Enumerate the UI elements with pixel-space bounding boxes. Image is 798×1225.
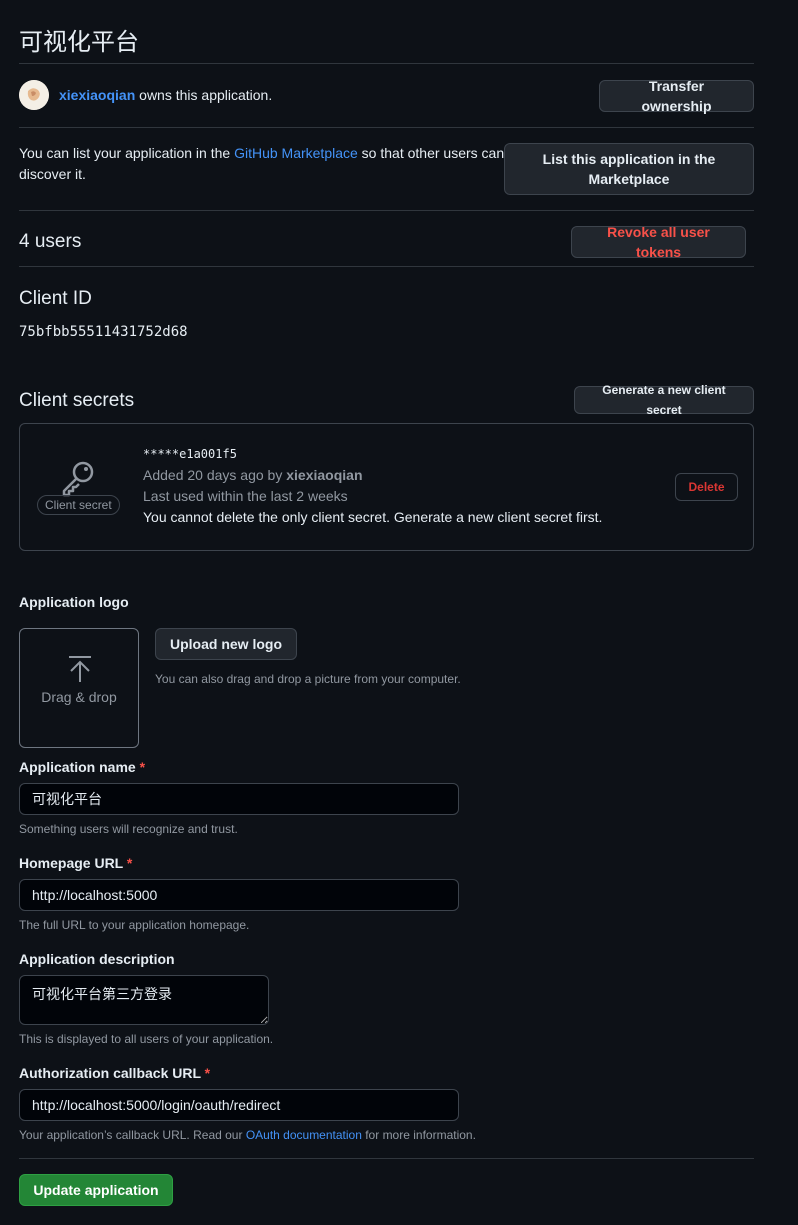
secret-added-by: xiexiaoqian [286, 467, 363, 483]
callback-url-label-text: Authorization callback URL [19, 1065, 201, 1081]
secret-last-used: Last used within the last 2 weeks [143, 488, 348, 504]
users-count-number: 4 [19, 231, 30, 252]
marketplace-text: You can list your application in the Git… [19, 143, 509, 185]
upload-hint: You can also drag and drop a picture fro… [155, 672, 461, 686]
divider [19, 1158, 754, 1159]
owner-row: xiexiaoqian owns this application. Trans… [19, 78, 754, 114]
client-secrets-heading: Client secrets [19, 390, 135, 411]
marketplace-row: You can list your application in the Git… [19, 143, 754, 195]
application-description-input[interactable]: 可视化平台第三方登录 [19, 975, 269, 1025]
key-icon [62, 461, 94, 497]
logo-dropzone[interactable]: Drag & drop [19, 628, 139, 748]
transfer-ownership-button[interactable]: Transfer ownership [599, 78, 754, 114]
divider [19, 63, 754, 64]
callback-url-label: Authorization callback URL * [19, 1065, 210, 1081]
callback-url-hint: Your application’s callback URL. Read ou… [19, 1128, 476, 1142]
application-logo-label: Application logo [19, 594, 129, 610]
homepage-url-input[interactable] [19, 879, 459, 911]
divider [19, 210, 754, 211]
client-id-value: 75bfbb55511431752d68 [19, 324, 188, 340]
upload-new-logo-button[interactable]: Upload new logo [155, 628, 297, 660]
client-secret-badge: Client secret [37, 495, 120, 515]
list-button-line2: Marketplace [588, 171, 670, 187]
list-in-marketplace-button[interactable]: List this application in the Marketplace [504, 143, 754, 195]
marketplace-text-before: You can list your application in the [19, 145, 235, 161]
application-name-input[interactable] [19, 783, 459, 815]
github-marketplace-link[interactable]: GitHub Marketplace [234, 145, 358, 161]
callback-url-input[interactable] [19, 1089, 459, 1121]
generate-client-secret-button[interactable]: Generate a new client secret [574, 383, 754, 417]
application-description-label: Application description [19, 951, 175, 967]
homepage-url-hint: The full URL to your application homepag… [19, 918, 250, 932]
secret-delete-warning: You cannot delete the only client secret… [143, 509, 603, 525]
avatar[interactable] [19, 80, 49, 110]
divider [19, 266, 754, 267]
required-mark: * [139, 759, 146, 775]
users-count-label: users [34, 231, 82, 252]
divider [19, 127, 754, 128]
application-name-label-text: Application name [19, 759, 136, 775]
oauth-documentation-link[interactable]: OAuth documentation [246, 1128, 362, 1142]
drag-drop-text: Drag & drop [41, 689, 117, 705]
client-secret-card: Client secret *****e1a001f5 Added 20 day… [19, 423, 754, 551]
application-name-label: Application name * [19, 759, 145, 775]
callback-hint-after: for more information. [361, 1128, 476, 1142]
application-name-hint: Something users will recognize and trust… [19, 822, 238, 836]
page-title: 可视化平台 [19, 29, 139, 56]
upload-icon [69, 656, 91, 682]
secret-added-info: Added 20 days ago by xiexiaoqian [143, 465, 602, 486]
owner-username-link[interactable]: xiexiaoqian [59, 87, 135, 103]
owner-text: xiexiaoqian owns this application. [59, 87, 272, 103]
required-mark: * [126, 855, 133, 871]
secret-details: *****e1a001f5 Added 20 days ago by xiexi… [143, 444, 602, 528]
homepage-url-label: Homepage URL * [19, 855, 132, 871]
secret-added-prefix: Added 20 days ago by [143, 467, 287, 483]
users-count: 4 users [19, 231, 81, 253]
client-id-heading: Client ID [19, 288, 92, 309]
callback-hint-before: Your application’s callback URL. Read ou… [19, 1128, 246, 1142]
revoke-all-tokens-button[interactable]: Revoke all user tokens [571, 224, 746, 260]
homepage-url-label-text: Homepage URL [19, 855, 123, 871]
list-button-line1: List this application in the [542, 151, 716, 167]
application-description-hint: This is displayed to all users of your a… [19, 1032, 274, 1046]
secret-masked-value: *****e1a001f5 [143, 447, 237, 461]
update-application-button[interactable]: Update application [19, 1174, 173, 1206]
delete-secret-button[interactable]: Delete [675, 473, 738, 501]
required-mark: * [204, 1065, 211, 1081]
owner-suffix: owns this application. [139, 87, 273, 103]
